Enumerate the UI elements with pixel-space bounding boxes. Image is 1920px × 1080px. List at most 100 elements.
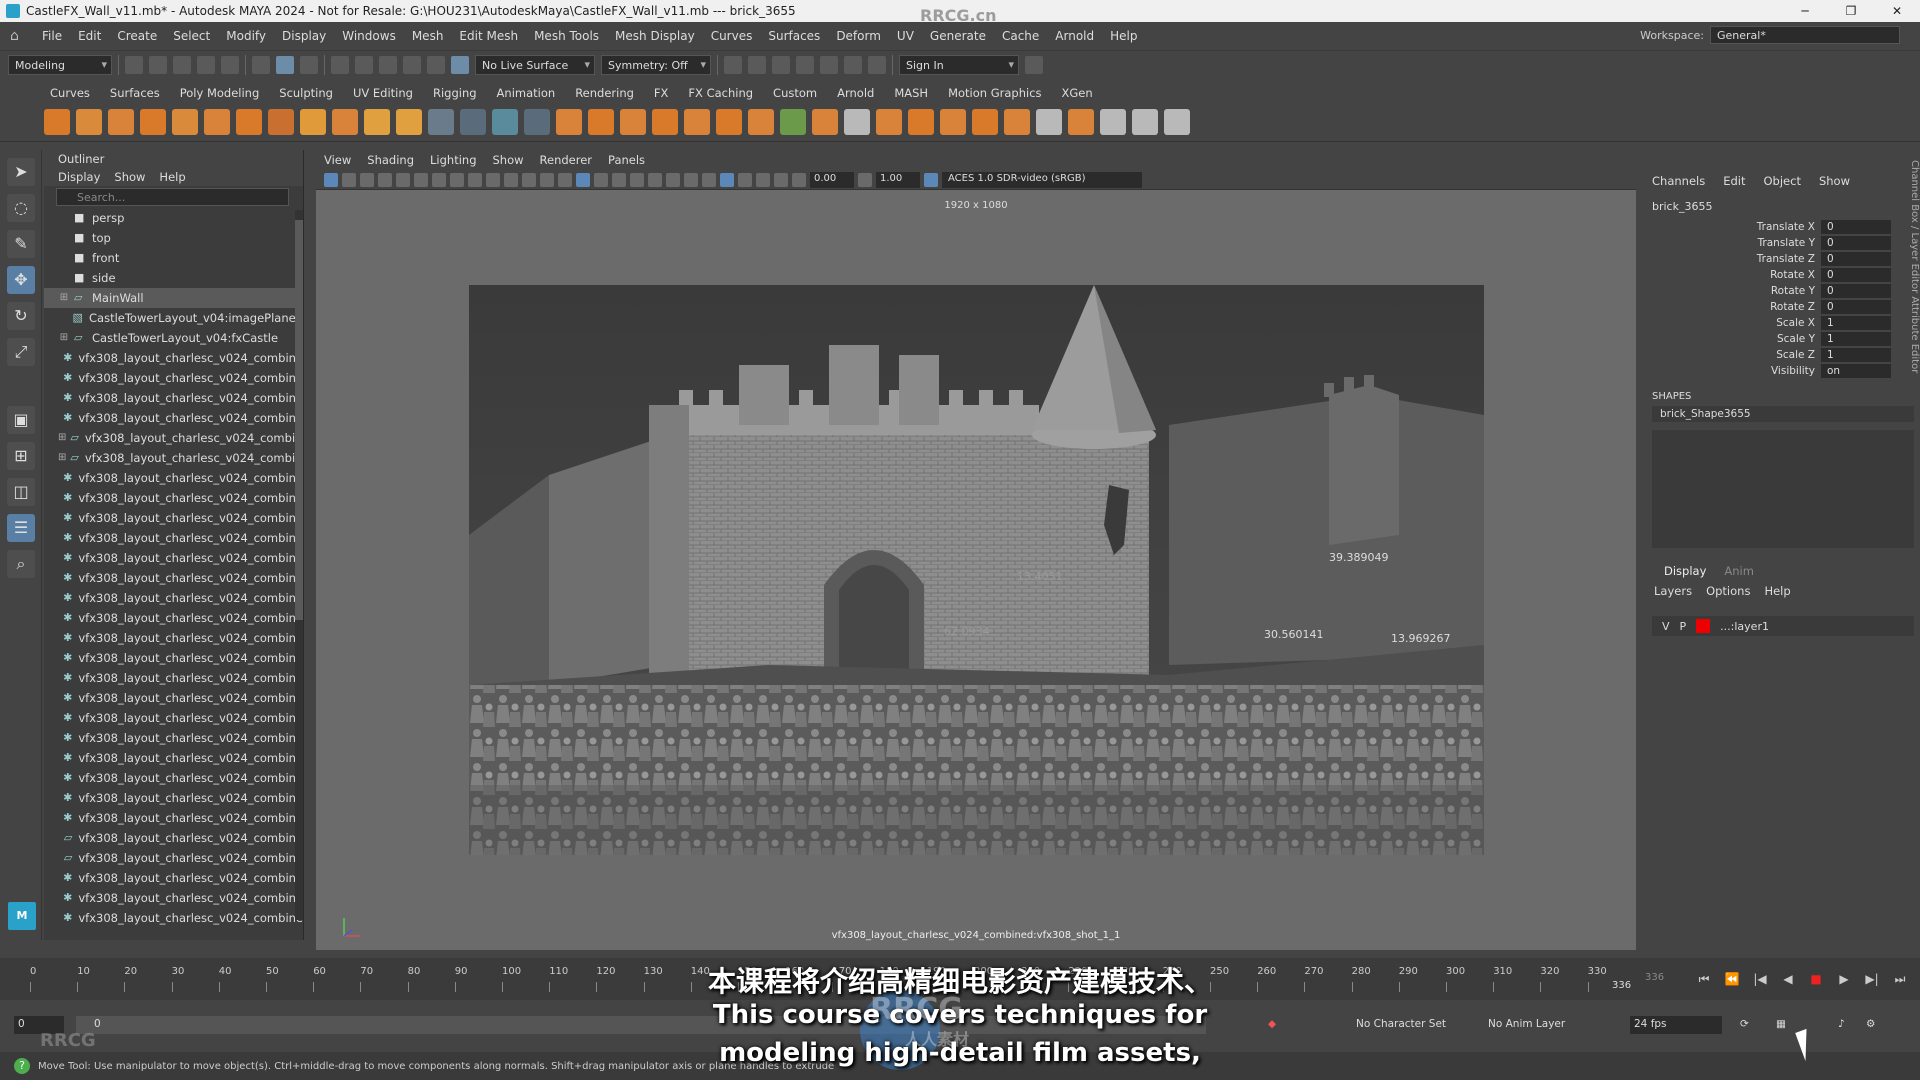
attribute-name[interactable]: Rotate Y <box>1646 285 1821 297</box>
sweep-mesh-icon[interactable] <box>332 108 358 135</box>
shelf-tab-mash[interactable]: MASH <box>884 86 938 100</box>
measure-icon[interactable] <box>460 108 486 135</box>
wireframe-on-shaded-icon[interactable] <box>612 172 626 187</box>
home-icon[interactable]: ⌂ <box>10 29 24 43</box>
castle-scene-render[interactable]: 39.389049 30.560141 13.969267 62.0934 13… <box>469 285 1484 855</box>
poly-disc-icon[interactable] <box>236 108 262 135</box>
lasso-tool-icon[interactable]: ◌ <box>7 194 35 222</box>
expand-toggle-icon[interactable]: ⊞ <box>58 448 66 468</box>
outliner-item[interactable]: ✱ vfx308_layout_charlesc_v024_combine <box>44 788 303 808</box>
shelf-tab-fx-caching[interactable]: FX Caching <box>678 86 763 100</box>
shelf-tab-animation[interactable]: Animation <box>487 86 566 100</box>
shadows-icon[interactable] <box>666 172 680 187</box>
viewport-menu-lighting[interactable]: Lighting <box>430 150 476 170</box>
outliner-item[interactable]: ⊞ ▱ vfx308_layout_charlesc_v024_combine <box>44 428 303 448</box>
snap-view-icon[interactable] <box>403 55 421 74</box>
outliner-item[interactable]: ✱ vfx308_layout_charlesc_v024_combine <box>44 688 303 708</box>
menu-mesh-display[interactable]: Mesh Display <box>607 29 703 43</box>
mirror-geo-icon[interactable] <box>748 108 774 135</box>
attribute-name[interactable]: Scale Z <box>1646 349 1821 361</box>
outliner-item[interactable]: ✱ vfx308_layout_charlesc_v024_combine <box>44 808 303 828</box>
open-scene-icon[interactable] <box>149 55 167 74</box>
isolate-select-icon[interactable] <box>738 172 752 187</box>
tab-anim[interactable]: Anim <box>1724 564 1754 578</box>
menu-mesh[interactable]: Mesh <box>404 29 452 43</box>
separate-icon[interactable] <box>588 108 614 135</box>
snap-surface-icon[interactable] <box>427 55 445 74</box>
layer-visibility-toggle[interactable]: V <box>1662 620 1670 633</box>
two-view-icon[interactable]: ◫ <box>7 478 35 506</box>
paint-select-icon[interactable]: ✎ <box>7 230 35 258</box>
outliner-menu-help[interactable]: Help <box>159 168 185 186</box>
render-view-icon[interactable] <box>820 55 838 74</box>
outliner-layout-icon[interactable]: ☰ <box>7 514 35 542</box>
attribute-value-field[interactable]: 1 <box>1821 316 1891 330</box>
attribute-value-field[interactable]: 0 <box>1821 252 1891 266</box>
merge-icon[interactable] <box>1004 108 1030 135</box>
shelf-tab-surfaces[interactable]: Surfaces <box>100 86 170 100</box>
select-tool-icon[interactable]: ➤ <box>7 158 35 186</box>
attribute-name[interactable]: Rotate X <box>1646 269 1821 281</box>
outliner-item[interactable]: ⊞ ▱ vfx308_layout_charlesc_v024_combine <box>44 448 303 468</box>
menu-modify[interactable]: Modify <box>218 29 274 43</box>
smooth-shade-icon[interactable] <box>576 172 590 187</box>
shelf-tab-uv-editing[interactable]: UV Editing <box>343 86 423 100</box>
outliner-item[interactable]: ✱ vfx308_layout_charlesc_v024_combine <box>44 728 303 748</box>
menu-mesh-tools[interactable]: Mesh Tools <box>526 29 607 43</box>
layer-menu-layers[interactable]: Layers <box>1654 584 1692 598</box>
channel-attribute-row[interactable]: Translate X0 <box>1646 219 1920 235</box>
boolean-icon[interactable] <box>652 108 678 135</box>
attribute-name[interactable]: Rotate Z <box>1646 301 1821 313</box>
reduce-icon[interactable] <box>716 108 742 135</box>
color-management-icon[interactable] <box>924 172 938 187</box>
shelf-tab-motion-graphics[interactable]: Motion Graphics <box>938 86 1051 100</box>
view-transform-dropdown[interactable]: ACES 1.0 SDR-video (sRGB) <box>942 171 1142 188</box>
save-scene-icon[interactable] <box>173 55 191 74</box>
hypershade-icon[interactable] <box>796 55 814 74</box>
outliner-item[interactable]: ✱ vfx308_layout_charlesc_v024_combine <box>44 388 303 408</box>
outliner-menu-display[interactable]: Display <box>58 168 100 186</box>
layer-menu-help[interactable]: Help <box>1764 584 1790 598</box>
outliner-item[interactable]: ✱ vfx308_layout_charlesc_v024_combine <box>44 648 303 668</box>
mirror-icon[interactable] <box>492 108 518 135</box>
outliner-item[interactable]: ✱ vfx308_layout_charlesc_v024_combine <box>44 868 303 888</box>
menu-create[interactable]: Create <box>109 29 165 43</box>
gamma-field[interactable]: 1.00 <box>876 171 920 188</box>
gate-mask-icon[interactable] <box>486 172 500 187</box>
safe-title-icon[interactable] <box>540 172 554 187</box>
cb-menu-edit[interactable]: Edit <box>1723 174 1745 188</box>
attribute-name[interactable]: Scale X <box>1646 317 1821 329</box>
super-shape-icon[interactable] <box>300 108 326 135</box>
xray-icon[interactable] <box>756 172 770 187</box>
close-button[interactable]: ✕ <box>1874 0 1920 22</box>
edge-loop-icon[interactable] <box>1132 108 1158 135</box>
channel-attribute-row[interactable]: Scale Y1 <box>1646 331 1920 347</box>
field-chart-icon[interactable] <box>504 172 518 187</box>
exposure-icon[interactable] <box>792 172 806 187</box>
menu-uv[interactable]: UV <box>889 29 922 43</box>
outliner-item[interactable]: ✱ vfx308_layout_charlesc_v024_combine <box>44 628 303 648</box>
poly-cylinder-icon[interactable] <box>108 108 134 135</box>
menu-select[interactable]: Select <box>165 29 218 43</box>
new-scene-icon[interactable] <box>125 55 143 74</box>
redo-icon[interactable] <box>221 55 239 74</box>
xray-joints-icon[interactable] <box>774 172 788 187</box>
textured-icon[interactable] <box>630 172 644 187</box>
shelf-tab-arnold[interactable]: Arnold <box>827 86 884 100</box>
bookmark-icon[interactable] <box>360 172 374 187</box>
outliner-item[interactable]: ✱ vfx308_layout_charlesc_v024_combine <box>44 368 303 388</box>
attribute-name[interactable]: Translate Z <box>1646 253 1821 265</box>
outliner-item[interactable]: ✱ vfx308_layout_charlesc_v024_combine <box>44 608 303 628</box>
channel-attribute-row[interactable]: Rotate X0 <box>1646 267 1920 283</box>
selected-object-name[interactable]: brick_3655 <box>1652 200 1920 213</box>
wedge-icon[interactable] <box>1068 108 1094 135</box>
2d-pan-zoom-icon[interactable] <box>396 172 410 187</box>
outliner-item[interactable]: ▱ vfx308_layout_charlesc_v024_combine <box>44 828 303 848</box>
append-icon[interactable] <box>940 108 966 135</box>
snap-curve-icon[interactable] <box>355 55 373 74</box>
bridge-icon[interactable] <box>844 108 870 135</box>
outliner-item[interactable]: ✱ vfx308_layout_charlesc_v024_combine <box>44 468 303 488</box>
menu-set-dropdown[interactable]: Modeling <box>8 54 112 75</box>
outliner-item[interactable]: ✱ vfx308_layout_charlesc_v024_combine <box>44 508 303 528</box>
outliner-item[interactable]: ✱ vfx308_layout_charlesc_v024_combine <box>44 708 303 728</box>
